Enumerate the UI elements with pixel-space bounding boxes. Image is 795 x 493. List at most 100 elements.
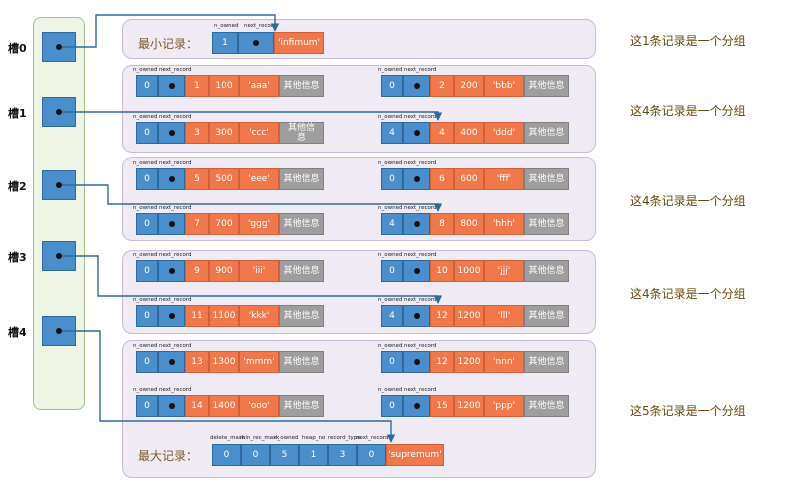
other-info-cell: 其他信息	[279, 351, 324, 373]
record-str-cell: 'lll'	[484, 305, 524, 327]
record-id-cell: 9	[185, 260, 209, 282]
pointer-dot	[168, 130, 175, 136]
n-owned-header: n_owned	[133, 160, 158, 166]
infimum-label: 最小记录：	[138, 37, 199, 51]
pointer-dot	[413, 403, 420, 409]
other-info-cell: 其他信息	[524, 213, 569, 235]
next-record-cell	[403, 122, 430, 144]
n-owned-header: n_owned	[133, 114, 158, 120]
record-str-cell: 'fff'	[484, 168, 524, 190]
slot-4[interactable]	[42, 316, 76, 346]
next-record-header: next_record	[159, 387, 192, 393]
slot-2[interactable]	[42, 170, 76, 200]
other-info-cell: 其他信息	[524, 351, 569, 373]
record-str-cell: 'ddd'	[484, 122, 524, 144]
record-num-cell: 400	[454, 122, 484, 144]
record-num-cell: 800	[454, 213, 484, 235]
n-owned-header: n_owned	[133, 297, 158, 303]
pointer-dot	[168, 403, 175, 409]
n-owned-cell: 4	[381, 213, 403, 235]
record-str-cell: 'mmm'	[239, 351, 279, 373]
supremum-delete-mask: 0	[212, 444, 241, 466]
slot-label-3: 槽3	[8, 251, 27, 264]
group-note-4: 这5条记录是一个分组	[630, 404, 746, 418]
n-owned-header: n_owned	[133, 387, 158, 393]
record-str-cell: 'ooo'	[239, 395, 279, 417]
next-record-header: next_record	[404, 297, 437, 303]
record-id-cell: 8	[430, 213, 454, 235]
slot-pointer-dot	[56, 182, 62, 188]
next-record-header: next_record	[159, 252, 192, 258]
slot-column	[33, 17, 85, 410]
next-record-cell	[403, 168, 430, 190]
record-num-cell: 1200	[454, 395, 484, 417]
n-owned-cell: 0	[381, 351, 403, 373]
record-str-cell: 'kkk'	[239, 305, 279, 327]
record-id-cell: 12	[430, 351, 454, 373]
heap-no-header: heap_no	[302, 435, 326, 441]
pointer-dot	[253, 40, 259, 46]
next-record-header: next_record	[159, 343, 192, 349]
pointer-dot	[168, 313, 175, 319]
n-owned-cell: 0	[136, 75, 158, 97]
record-id-cell: 1	[185, 75, 209, 97]
n-owned-cell: 4	[381, 122, 403, 144]
slot-1[interactable]	[42, 97, 76, 127]
slot-3[interactable]	[42, 241, 76, 271]
next-record-header: next_record	[404, 114, 437, 120]
next-record-header: next_record	[159, 297, 192, 303]
supremum-n-owned: 5	[270, 444, 299, 466]
record-num-cell: 300	[209, 122, 239, 144]
next-record-cell	[403, 305, 430, 327]
n-owned-header: n_owned	[378, 205, 403, 211]
pointer-dot	[168, 268, 175, 274]
next-record-cell	[158, 122, 185, 144]
other-info-cell: 其他信 息	[279, 122, 324, 144]
record-num-cell: 100	[209, 75, 239, 97]
pointer-dot	[413, 268, 420, 274]
next-record-header: next_record	[356, 435, 389, 441]
supremum-next-record: 0	[357, 444, 386, 466]
slot-0[interactable]	[42, 32, 76, 62]
record-num-cell: 1200	[454, 351, 484, 373]
group-note-3: 这4条记录是一个分组	[630, 287, 746, 301]
record-str-cell: 'iii'	[239, 260, 279, 282]
next-record-cell	[158, 260, 185, 282]
n-owned-header: n_owned	[133, 67, 158, 73]
record-id-cell: 2	[430, 75, 454, 97]
pointer-dot	[168, 83, 175, 89]
n-owned-cell: 0	[381, 75, 403, 97]
next-record-header: next_record	[159, 205, 192, 211]
pointer-dot	[168, 176, 175, 182]
record-id-cell: 7	[185, 213, 209, 235]
next-record-header: next_record	[404, 252, 437, 258]
next-record-cell	[403, 75, 430, 97]
next-record-cell	[403, 213, 430, 235]
next-record-header: next_record	[159, 160, 192, 166]
slot-pointer-dot	[56, 253, 62, 259]
record-str-cell: 'aaa'	[239, 75, 279, 97]
record-str-cell: 'ggg'	[239, 213, 279, 235]
other-info-cell: 其他信息	[279, 213, 324, 235]
record-id-cell: 6	[430, 168, 454, 190]
next-record-header: next_record	[404, 343, 437, 349]
n-owned-cell: 0	[136, 168, 158, 190]
n-owned-cell: 0	[136, 213, 158, 235]
record-num-cell: 600	[454, 168, 484, 190]
other-info-cell: 其他信息	[524, 75, 569, 97]
supremum-label: 最大记录：	[138, 449, 199, 463]
pointer-dot	[413, 83, 420, 89]
slot-label-1: 槽1	[8, 107, 27, 120]
slot-pointer-dot	[56, 328, 62, 334]
record-str-cell: 'hhh'	[484, 213, 524, 235]
record-num-cell: 700	[209, 213, 239, 235]
next-record-header: next_record	[404, 160, 437, 166]
supremum-record-type: 3	[328, 444, 357, 466]
record-str-cell: 'ccc'	[239, 122, 279, 144]
slot-label-0: 槽0	[8, 42, 27, 55]
slot-pointer-dot	[56, 109, 62, 115]
record-str-cell: 'ppp'	[484, 395, 524, 417]
record-num-cell: 1300	[209, 351, 239, 373]
other-info-cell: 其他信息	[279, 75, 324, 97]
record-id-cell: 3	[185, 122, 209, 144]
